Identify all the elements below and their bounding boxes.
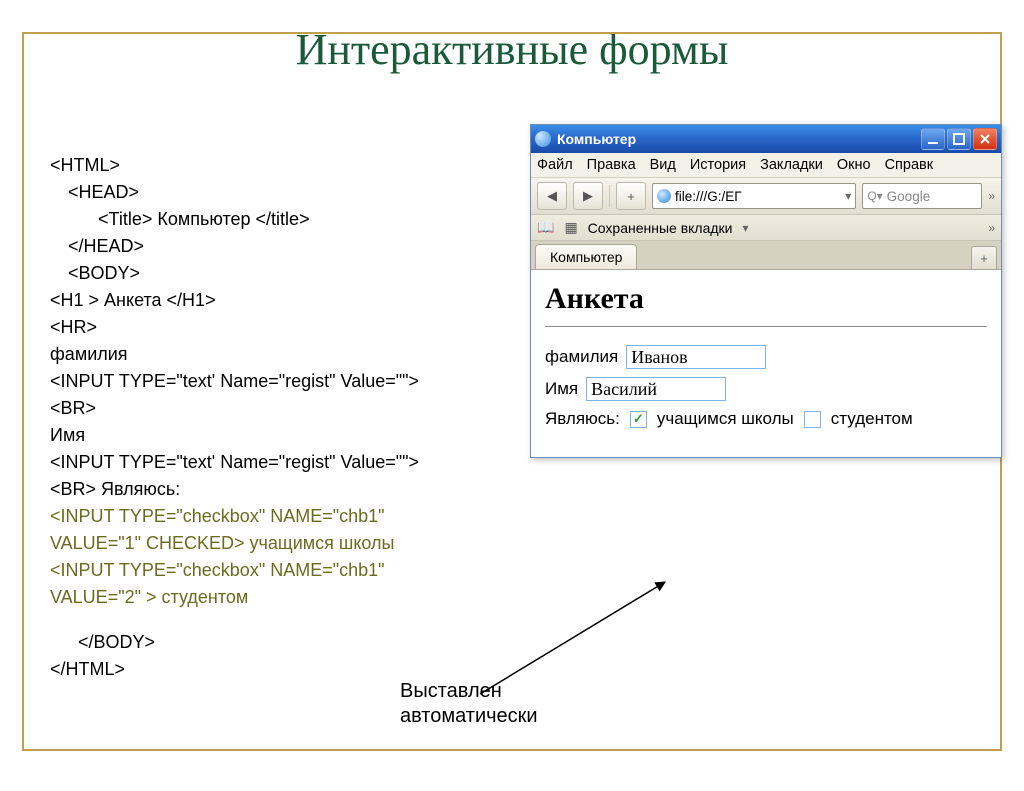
book-icon[interactable]: 📖 — [537, 219, 554, 236]
window-title: Компьютер — [557, 131, 921, 147]
menu-bookmarks[interactable]: Закладки — [760, 157, 823, 173]
chevron-down-icon[interactable]: ▾ — [845, 189, 851, 203]
chevron-down-icon[interactable]: ▾ — [743, 221, 749, 235]
toolbar: ◀ ▶ + file:///G:/ЕГ ▾ Q▾ Google » — [531, 178, 1001, 215]
code-line: <Title> Компьютер </title> — [50, 206, 480, 233]
overflow-icon[interactable]: » — [988, 189, 995, 203]
bookmarks-bar: 📖 ▦ Сохраненные вкладки ▾ » — [531, 215, 1001, 241]
code-line: Имя — [50, 422, 480, 449]
tab-computer[interactable]: Компьютер — [535, 244, 637, 269]
minimize-button[interactable] — [921, 128, 945, 150]
page-viewport: Анкета фамилия Имя Являюсь: учащимся шко… — [531, 270, 1001, 457]
surname-label: фамилия — [545, 347, 618, 367]
url-bar[interactable]: file:///G:/ЕГ ▾ — [652, 183, 856, 209]
code-line: <INPUT TYPE="checkbox" NAME="chb1" VALUE… — [50, 503, 480, 557]
titlebar: Компьютер — [531, 125, 1001, 153]
menubar: Файл Правка Вид История Закладки Окно Сп… — [531, 153, 1001, 178]
maximize-button[interactable] — [947, 128, 971, 150]
option-college-label: студентом — [831, 409, 913, 429]
grid-icon[interactable]: ▦ — [564, 219, 577, 236]
saved-tabs-label[interactable]: Сохраненные вкладки — [588, 220, 733, 236]
name-input[interactable] — [586, 377, 726, 401]
back-button[interactable]: ◀ — [537, 182, 567, 210]
code-listing: <HTML> <HEAD> <Title> Компьютер </title>… — [50, 152, 480, 683]
menu-window[interactable]: Окно — [837, 157, 871, 173]
code-line: <HR> — [50, 314, 480, 341]
option-school-label: учащимся школы — [657, 409, 794, 429]
search-placeholder: Google — [887, 189, 931, 204]
new-tab-button[interactable]: + — [971, 246, 997, 269]
toolbar-separator — [609, 185, 610, 207]
browser-window: Компьютер Файл Правка Вид История Заклад… — [530, 124, 1002, 458]
code-line: <INPUT TYPE="text' Name="regist" Value="… — [50, 368, 480, 395]
role-row: Являюсь: учащимся школы студентом — [545, 409, 987, 429]
code-line: </BODY> — [50, 629, 480, 656]
forward-button[interactable]: ▶ — [573, 182, 603, 210]
annotation-label: Выставлен автоматически — [400, 679, 538, 729]
tab-strip: Компьютер + — [531, 241, 1001, 270]
name-row: Имя — [545, 377, 987, 401]
code-line: <HEAD> — [50, 179, 480, 206]
surname-input[interactable] — [626, 345, 766, 369]
code-line: <INPUT TYPE="text' Name="regist" Value="… — [50, 449, 480, 476]
magnifier-icon: Q▾ — [867, 189, 882, 203]
close-button[interactable] — [973, 128, 997, 150]
url-text: file:///G:/ЕГ — [675, 189, 742, 204]
menu-view[interactable]: Вид — [650, 157, 676, 173]
code-line: <INPUT TYPE="checkbox" NAME="chb1" VALUE… — [50, 557, 480, 611]
overflow-icon[interactable]: » — [988, 221, 995, 235]
code-line: <HTML> — [50, 152, 480, 179]
code-line: <BR> — [50, 395, 480, 422]
menu-help[interactable]: Справк — [885, 157, 934, 173]
page-h1: Анкета — [545, 282, 987, 316]
search-box[interactable]: Q▾ Google — [862, 183, 982, 209]
globe-icon — [657, 189, 671, 203]
code-line: фамилия — [50, 341, 480, 368]
surname-row: фамилия — [545, 345, 987, 369]
checkbox-student-college[interactable] — [804, 411, 821, 428]
menu-edit[interactable]: Правка — [587, 157, 636, 173]
menu-history[interactable]: История — [690, 157, 746, 173]
checkbox-student-school[interactable] — [630, 411, 647, 428]
window-icon — [535, 131, 551, 147]
code-line: </HEAD> — [50, 233, 480, 260]
code-line: <H1 > Анкета </H1> — [50, 287, 480, 314]
menu-file[interactable]: Файл — [537, 157, 573, 173]
role-label: Являюсь: — [545, 409, 620, 429]
horizontal-rule — [545, 326, 987, 327]
add-bookmark-button[interactable]: + — [616, 182, 646, 210]
name-label: Имя — [545, 379, 578, 399]
code-line: <BR> Являюсь: — [50, 476, 480, 503]
code-line: <BODY> — [50, 260, 480, 287]
